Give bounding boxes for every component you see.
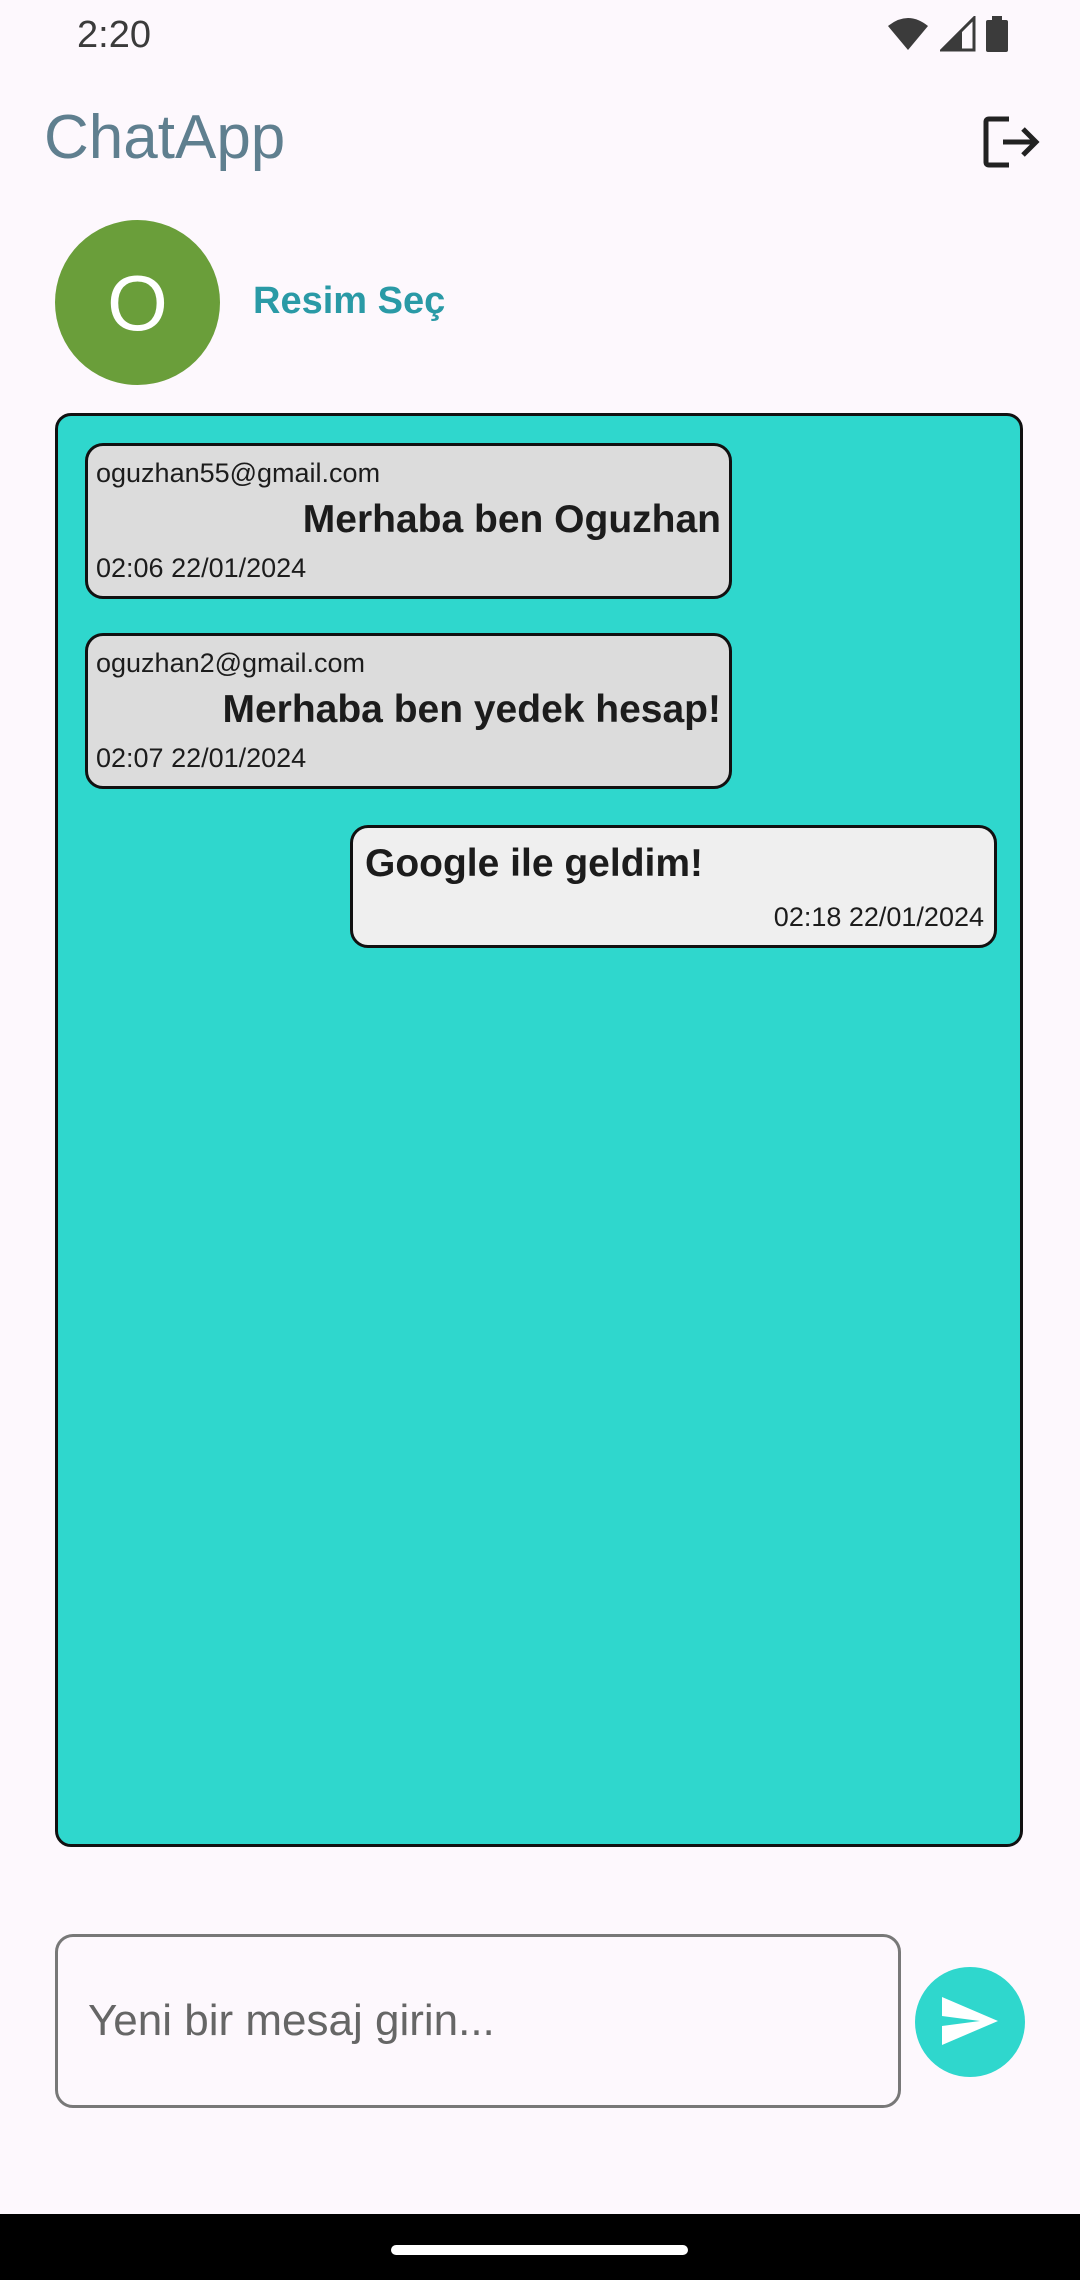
- message-text: Merhaba ben yedek hesap!: [222, 688, 721, 731]
- status-bar: 2:20: [0, 0, 1080, 72]
- send-button[interactable]: [915, 1967, 1025, 2077]
- message-text: Google ile geldim!: [365, 842, 704, 885]
- logout-icon: [983, 115, 1041, 174]
- avatar[interactable]: O: [55, 220, 220, 385]
- message-sender: oguzhan2@gmail.com: [96, 648, 366, 678]
- status-time: 2:20: [77, 14, 151, 56]
- navigation-bar: [0, 2214, 1080, 2280]
- chat-screen: 2:20 ChatApp O Resim Seç oguzhan55@gmail…: [0, 0, 1080, 2280]
- avatar-letter: O: [107, 258, 168, 347]
- chat-panel[interactable]: oguzhan55@gmail.com Merhaba ben Oguzhan …: [55, 413, 1023, 1847]
- wifi-icon: [886, 16, 930, 57]
- app-title: ChatApp: [44, 103, 286, 172]
- message-sender: oguzhan55@gmail.com: [96, 458, 381, 488]
- status-icons: [886, 14, 1008, 57]
- home-handle[interactable]: [391, 2245, 688, 2255]
- logout-button[interactable]: [976, 108, 1048, 180]
- message-bubble-own: Google ile geldim! 02:18 22/01/2024: [350, 825, 997, 948]
- message-time: 02:07 22/01/2024: [96, 743, 307, 773]
- message-input[interactable]: [55, 1934, 901, 2108]
- message-text: Merhaba ben Oguzhan: [302, 498, 721, 541]
- send-icon: [940, 1995, 1000, 2050]
- pick-image-button[interactable]: Resim Seç: [253, 280, 445, 323]
- message-time: 02:18 22/01/2024: [773, 902, 984, 932]
- battery-icon: [986, 16, 1008, 57]
- signal-icon: [938, 14, 976, 57]
- message-bubble: oguzhan55@gmail.com Merhaba ben Oguzhan …: [85, 443, 732, 599]
- message-time: 02:06 22/01/2024: [96, 553, 307, 583]
- message-bubble: oguzhan2@gmail.com Merhaba ben yedek hes…: [85, 633, 732, 789]
